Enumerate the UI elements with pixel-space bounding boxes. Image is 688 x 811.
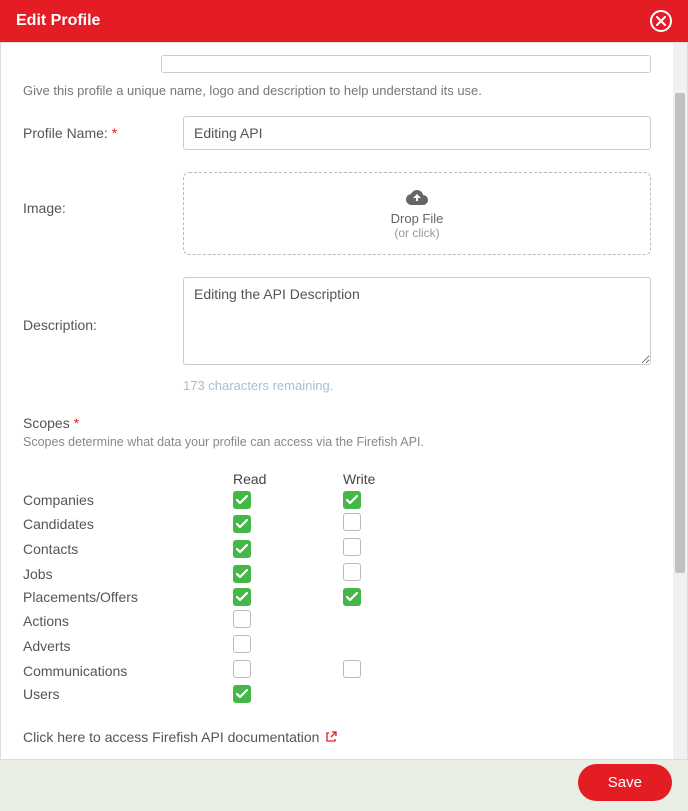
label-scopes: Scopes * — [23, 415, 651, 431]
image-dropzone[interactable]: Drop File (or click) — [183, 172, 651, 255]
scope-row: Companies — [23, 489, 423, 511]
scope-read-checkbox[interactable] — [233, 565, 251, 583]
scope-read-checkbox[interactable] — [233, 610, 251, 628]
scope-write-checkbox[interactable] — [343, 588, 361, 606]
scrollbar-thumb[interactable] — [675, 93, 685, 573]
modal-footer: Save — [0, 754, 688, 811]
scope-row: Adverts — [23, 633, 423, 658]
scopes-table: Read Write CompaniesCandidatesContactsJo… — [23, 469, 423, 705]
scope-write-checkbox[interactable] — [343, 660, 361, 678]
scope-name: Users — [23, 683, 233, 705]
required-marker: * — [112, 125, 117, 141]
scope-write-checkbox[interactable] — [343, 513, 361, 531]
required-marker: * — [74, 415, 79, 431]
scope-write-checkbox[interactable] — [343, 563, 361, 581]
label-profile-name-text: Profile Name: — [23, 125, 108, 141]
scope-row: Users — [23, 683, 423, 705]
modal-header: Edit Profile — [0, 0, 688, 42]
intro-text: Give this profile a unique name, logo an… — [23, 83, 651, 98]
scope-read-checkbox[interactable] — [233, 660, 251, 678]
label-description: Description: — [23, 277, 183, 333]
documentation-link-text: Click here to access Firefish API docume… — [23, 729, 319, 745]
scope-name: Contacts — [23, 536, 233, 561]
row-description: Description: 173 characters remaining. — [23, 277, 651, 393]
scope-row: Placements/Offers — [23, 586, 423, 608]
scope-name: Actions — [23, 608, 233, 633]
scope-name: Companies — [23, 489, 233, 511]
row-profile-name: Profile Name: * — [23, 116, 651, 150]
close-button[interactable] — [650, 10, 672, 32]
scope-read-checkbox[interactable] — [233, 685, 251, 703]
scope-row: Candidates — [23, 511, 423, 536]
scope-row: Communications — [23, 658, 423, 683]
modal-body-wrap: Give this profile a unique name, logo an… — [0, 42, 688, 760]
dropzone-line2: (or click) — [194, 226, 640, 240]
scope-row: Jobs — [23, 561, 423, 586]
close-icon — [656, 16, 666, 26]
scope-read-checkbox[interactable] — [233, 491, 251, 509]
dropzone-line1: Drop File — [194, 211, 640, 226]
scope-name: Candidates — [23, 511, 233, 536]
truncated-field[interactable] — [161, 55, 651, 73]
scope-name: Jobs — [23, 561, 233, 586]
scope-row: Actions — [23, 608, 423, 633]
col-write: Write — [343, 469, 423, 489]
scope-write-checkbox[interactable] — [343, 491, 361, 509]
cloud-upload-icon — [406, 189, 428, 207]
label-scopes-text: Scopes — [23, 415, 70, 431]
profile-name-input[interactable] — [183, 116, 651, 150]
row-image: Image: Drop File (or click) — [23, 172, 651, 255]
scopes-helper: Scopes determine what data your profile … — [23, 435, 651, 449]
modal-title: Edit Profile — [16, 12, 100, 30]
scope-row: Contacts — [23, 536, 423, 561]
save-button[interactable]: Save — [578, 764, 672, 801]
label-image: Image: — [23, 172, 183, 216]
scope-read-checkbox[interactable] — [233, 588, 251, 606]
scrollbar[interactable] — [673, 43, 687, 759]
scope-read-checkbox[interactable] — [233, 540, 251, 558]
description-input[interactable] — [183, 277, 651, 365]
scope-name: Placements/Offers — [23, 586, 233, 608]
col-read: Read — [233, 469, 343, 489]
scope-write-checkbox[interactable] — [343, 538, 361, 556]
external-link-icon — [325, 731, 337, 743]
label-profile-name: Profile Name: * — [23, 125, 183, 141]
chars-remaining: 173 characters remaining. — [183, 378, 651, 393]
modal-body: Give this profile a unique name, logo an… — [1, 43, 673, 759]
scope-read-checkbox[interactable] — [233, 515, 251, 533]
scope-name: Communications — [23, 658, 233, 683]
scope-read-checkbox[interactable] — [233, 635, 251, 653]
documentation-link[interactable]: Click here to access Firefish API docume… — [23, 729, 651, 745]
scope-name: Adverts — [23, 633, 233, 658]
